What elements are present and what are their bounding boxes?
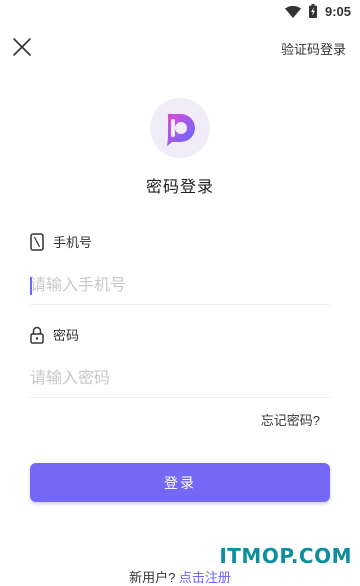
- watermark: ITMOP.COM: [219, 544, 352, 568]
- phone-input[interactable]: [30, 268, 330, 305]
- app-logo: [150, 98, 210, 158]
- phone-label-text: 手机号: [53, 235, 93, 250]
- phone-label: 手机号: [30, 232, 92, 251]
- password-input[interactable]: [30, 361, 330, 398]
- close-icon: [13, 38, 31, 56]
- app-logo-icon: [167, 114, 195, 146]
- wifi-icon: [285, 6, 301, 18]
- status-time: 9:05: [324, 4, 351, 19]
- signup-link[interactable]: 点击注册: [179, 570, 231, 585]
- forgot-password-link[interactable]: 忘记密码?: [261, 410, 320, 429]
- battery-charging-icon: [309, 4, 317, 18]
- close-button[interactable]: [12, 37, 32, 57]
- signup-prompt: 新用户?: [129, 570, 176, 585]
- signup-line: 新用户? 点击注册: [0, 567, 360, 586]
- lock-icon: [30, 326, 44, 344]
- login-button[interactable]: 登录: [30, 463, 330, 502]
- page-title: 密码登录: [145, 179, 214, 196]
- sms-login-link[interactable]: 验证码登录: [281, 39, 346, 58]
- status-bar: 9:05: [0, 0, 360, 26]
- text-cursor: [30, 277, 32, 295]
- password-label-text: 密码: [53, 328, 80, 343]
- password-label: 密码: [30, 325, 79, 344]
- phone-icon: [30, 232, 44, 251]
